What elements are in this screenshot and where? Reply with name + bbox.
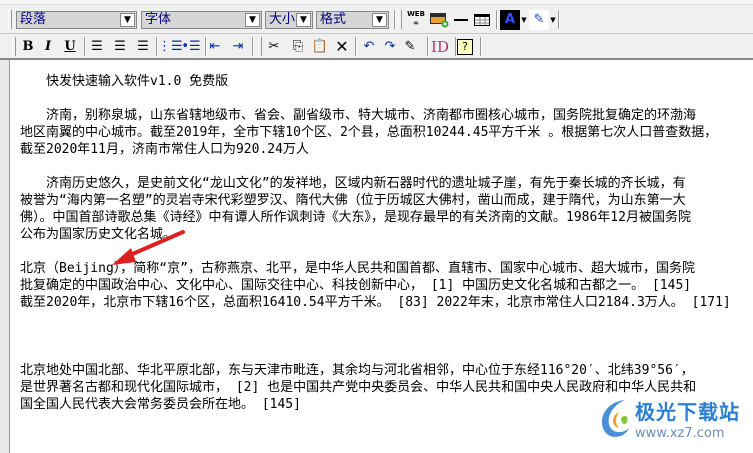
watermark-url: www.xz7.com	[635, 426, 725, 441]
watermark: 极光下载站 www.xz7.com	[595, 392, 750, 448]
watermark-name: 极光下载站	[635, 400, 740, 424]
red-arrow-annotation	[112, 230, 185, 265]
watermark-logo-icon	[601, 400, 629, 437]
